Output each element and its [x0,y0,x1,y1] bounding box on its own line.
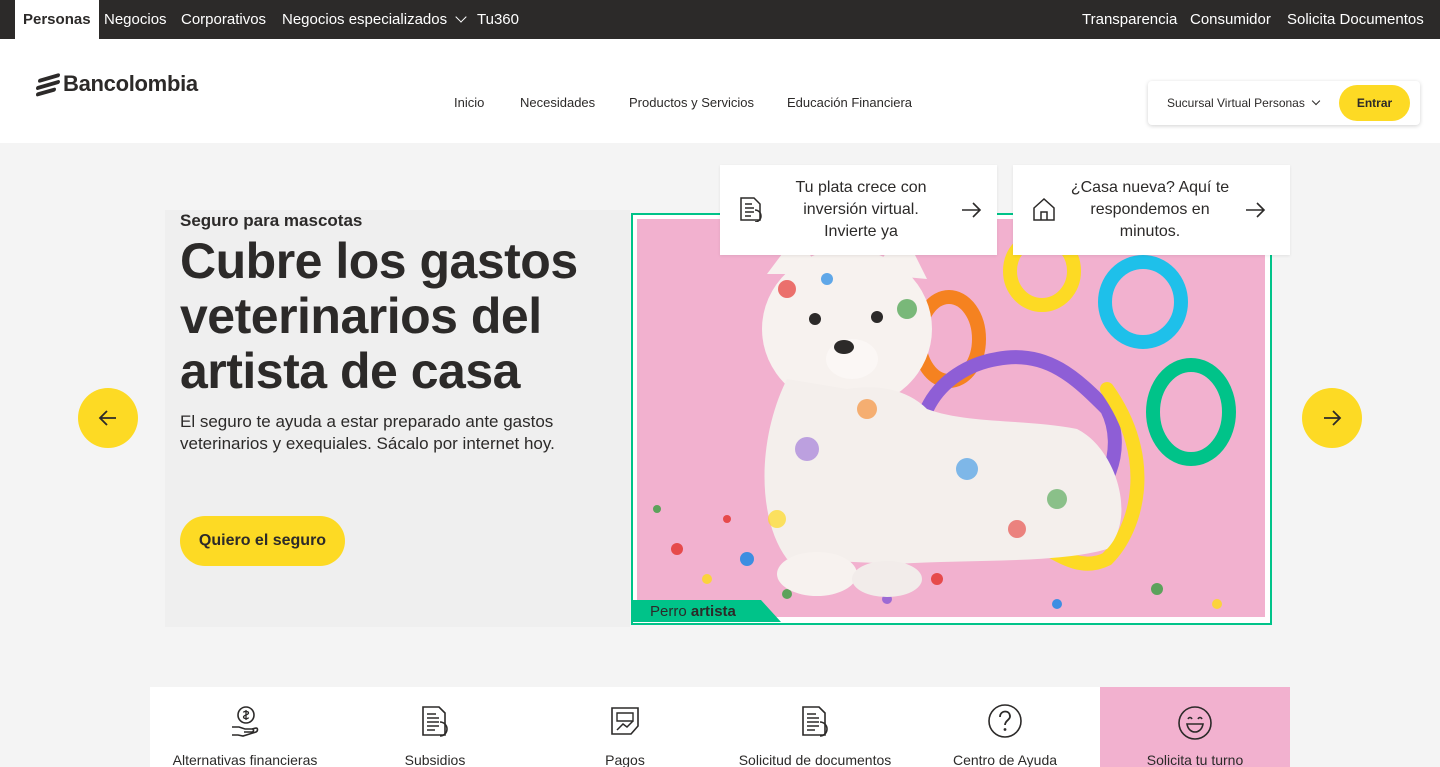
nav-productos-servicios[interactable]: Productos y Servicios [629,95,754,110]
promo-inversion-text: Tu plata crece con inversión virtual. In… [776,177,946,243]
quick-solicita-turno-label: Solicita tu turno [1146,752,1244,767]
quick-subsidios[interactable]: Subsidios [340,687,530,767]
quick-access-bar: Alternativas financieras Subsidios Pagos… [150,687,1290,767]
payment-icon [611,707,639,735]
segment-negocios-especializados-label: Negocios especializados [282,11,448,28]
hand-coin-icon [232,706,259,737]
document-icon [740,197,762,222]
chevron-down-icon [455,11,467,23]
link-solicita-documentos[interactable]: Solicita Documentos [1287,0,1424,39]
promo-card-casa-nueva[interactable]: ¿Casa nueva? Aquí te respondemos en minu… [1013,165,1290,255]
hero-description: El seguro te ayuda a estar preparado ant… [180,412,555,453]
arrow-right-icon [962,202,982,218]
arrow-right-icon [1246,202,1266,218]
promo-inversion-line-3: Invierte ya [824,223,898,240]
quick-solicitud-label: Solicitud de documentos [738,752,892,767]
main-header: Bancolombia Inicio Necesidades Productos… [0,39,1440,143]
chevron-down-icon [1311,96,1321,106]
hero-eyebrow: Seguro para mascotas [180,211,363,230]
segment-corporativos[interactable]: Corporativos [181,0,266,39]
segment-personas[interactable]: Personas [15,0,99,39]
nav-necesidades[interactable]: Necesidades [520,95,595,110]
sucursal-virtual-box: Sucursal Virtual Personas Entrar [1148,81,1420,125]
promo-casa-line-1: ¿Casa nueva? Aquí te [1070,179,1230,196]
segment-negocios[interactable]: Negocios [104,0,167,39]
quick-alternativas-label: Alternativas financieras [172,752,318,767]
quick-pagos[interactable]: Pagos [530,687,720,767]
promo-inversion-line-1: Tu plata crece con [795,179,927,196]
image-caption-bold: artista [690,603,736,620]
image-caption-light: Perro [650,603,691,620]
logo-text: Bancolombia [63,71,198,96]
promo-casa-text: ¿Casa nueva? Aquí te respondemos en minu… [1065,177,1235,243]
quick-centro-de-ayuda[interactable]: Centro de Ayuda [910,687,1100,767]
carousel-prev-button[interactable] [78,388,138,448]
quick-solicita-tu-turno[interactable]: Solicita tu turno [1100,687,1290,767]
document-icon [802,706,828,737]
arrow-left-icon [98,410,116,426]
nav-educacion-financiera[interactable]: Educación Financiera [787,95,912,110]
help-icon [988,704,1022,738]
nav-inicio[interactable]: Inicio [454,95,484,110]
top-bar: Personas Negocios Corporativos Negocios … [0,0,1440,39]
promo-card-inversion[interactable]: Tu plata crece con inversión virtual. In… [720,165,997,255]
carousel-next-button[interactable] [1302,388,1362,448]
promo-casa-line-3: minutos. [1119,223,1181,240]
link-consumidor[interactable]: Consumidor [1190,0,1271,39]
bancolombia-logo-icon [36,72,60,97]
promo-casa-line-2: respondemos en [1090,201,1210,218]
entrar-button[interactable]: Entrar [1339,85,1410,121]
arrow-right-icon [1324,410,1342,426]
quick-solicitud-documentos[interactable]: Solicitud de documentos [720,687,910,767]
hero-title: Cubre los gastos veterinarios del artist… [180,233,578,399]
image-caption-perro-artista: Perro artista [633,600,781,622]
smile-icon [1178,706,1212,740]
segment-tu360[interactable]: Tu360 [477,0,519,39]
quick-pagos-label: Pagos [605,752,645,767]
document-icon [422,706,448,737]
hero-image-painted-dog [637,219,1265,617]
quick-centro-ayuda-label: Centro de Ayuda [952,752,1058,767]
bancolombia-logo[interactable]: Bancolombia [36,71,198,97]
sucursal-dropdown[interactable]: Sucursal Virtual Personas [1167,96,1321,110]
segment-negocios-especializados[interactable]: Negocios especializados [282,0,467,39]
quiero-el-seguro-button[interactable]: Quiero el seguro [180,516,345,566]
sucursal-label: Sucursal Virtual Personas [1167,96,1305,110]
promo-inversion-line-2: inversión virtual. [803,201,919,218]
quick-alternativas-financieras[interactable]: Alternativas financieras [150,687,340,767]
link-transparencia[interactable]: Transparencia [1082,0,1177,39]
quick-subsidios-label: Subsidios [404,752,466,767]
house-icon [1033,197,1055,221]
